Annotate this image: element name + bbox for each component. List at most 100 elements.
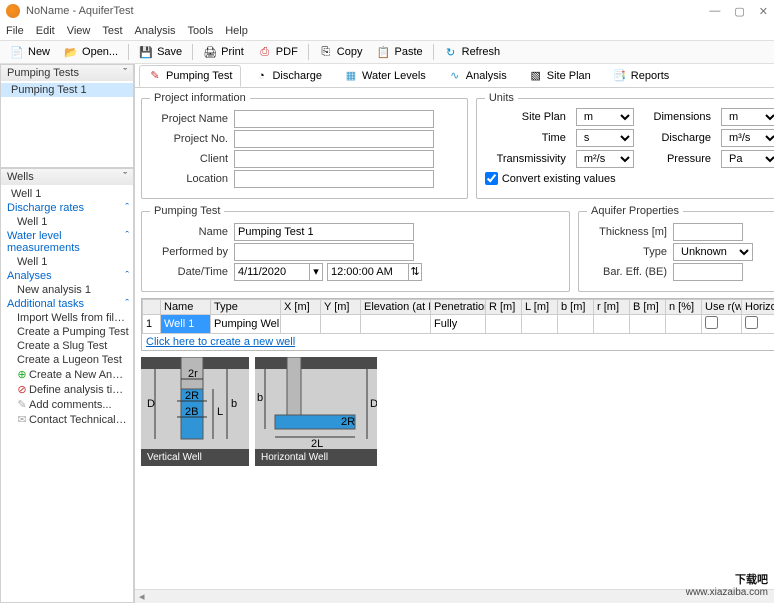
wells-grid[interactable]: Name Type X [m] Y [m] Elevation (at Benc… xyxy=(141,298,774,351)
chart-icon: ∿ xyxy=(448,69,462,83)
save-button[interactable]: 💾Save xyxy=(133,43,188,61)
aquifer-legend: Aquifer Properties xyxy=(587,205,683,217)
watermark: 下载吧 www.xiazaiba.com xyxy=(686,550,768,597)
tab-icon: ✎ xyxy=(148,69,162,83)
panel-pumping-tests: Pumping Testsˇ Pumping Test 1 xyxy=(0,64,134,168)
menu-analysis[interactable]: Analysis xyxy=(135,25,176,37)
date-input[interactable] xyxy=(234,263,310,281)
print-button[interactable]: 🖨Print xyxy=(197,43,250,61)
dimensions-select[interactable]: m xyxy=(721,108,774,126)
tab-reports[interactable]: 📑Reports xyxy=(604,65,679,87)
well-item[interactable]: Well 1 xyxy=(1,187,133,201)
bareff-input[interactable] xyxy=(673,263,743,281)
task-add-comments[interactable]: ✎Add comments... xyxy=(1,397,133,412)
col-use[interactable]: Use r(w) xyxy=(702,300,742,315)
create-well-link[interactable]: Click here to create a new well xyxy=(142,334,774,350)
analyses-header[interactable]: Analysesˆ xyxy=(1,269,133,283)
close-button[interactable]: ✕ xyxy=(759,5,768,18)
pumping-test-item[interactable]: Pumping Test 1 xyxy=(1,83,133,97)
minimize-button[interactable]: — xyxy=(709,5,720,18)
location-input[interactable] xyxy=(234,170,434,188)
performed-input[interactable] xyxy=(234,243,414,261)
col-x[interactable]: X [m] xyxy=(281,300,321,315)
menu-test[interactable]: Test xyxy=(102,25,122,37)
col-idx[interactable] xyxy=(143,300,161,315)
horizontal-checkbox[interactable] xyxy=(745,316,758,329)
copy-icon: ⎘ xyxy=(319,45,333,59)
collapse-icon: ˆ xyxy=(125,202,129,214)
table-row[interactable]: 1 Well 1 Pumping Well Fully xyxy=(143,315,774,334)
task-define-range[interactable]: ⊘Define analysis time range... xyxy=(1,382,133,397)
col-elev[interactable]: Elevation (at Benchmark) xyxy=(361,300,431,315)
col-name[interactable]: Name xyxy=(161,300,211,315)
calendar-icon[interactable]: ▾ xyxy=(309,263,323,281)
use-rw-checkbox[interactable] xyxy=(705,316,718,329)
comment-icon: ✎ xyxy=(17,398,27,411)
project-no-input[interactable] xyxy=(234,130,434,148)
task-import-wells[interactable]: Import Wells from file... xyxy=(1,311,133,325)
pdf-button[interactable]: ⎙PDF xyxy=(252,43,304,61)
tab-analysis[interactable]: ∿Analysis xyxy=(439,65,516,87)
task-create-lugeon[interactable]: Create a Lugeon Test xyxy=(1,353,133,367)
cell-name[interactable]: Well 1 xyxy=(161,315,211,334)
task-create-pumping[interactable]: Create a Pumping Test xyxy=(1,325,133,339)
task-create-analysis[interactable]: ⊕Create a New Analysis xyxy=(1,367,133,382)
col-y[interactable]: Y [m] xyxy=(321,300,361,315)
menu-tools[interactable]: Tools xyxy=(188,25,214,37)
additional-tasks-header[interactable]: Additional tasksˆ xyxy=(1,297,133,311)
discharge-rates-header[interactable]: Discharge ratesˆ xyxy=(1,201,133,215)
tab-water-levels[interactable]: ▦Water Levels xyxy=(335,65,435,87)
transmissivity-select[interactable]: m²/s xyxy=(576,150,634,168)
tab-pumping-test[interactable]: ✎Pumping Test xyxy=(139,65,241,87)
task-create-slug[interactable]: Create a Slug Test xyxy=(1,339,133,353)
convert-checkbox-label[interactable]: Convert existing values xyxy=(485,172,774,185)
analysis-item[interactable]: New analysis 1 xyxy=(1,283,133,297)
main-area: Pumping Testsˇ Pumping Test 1 Wellsˇ Wel… xyxy=(0,64,774,603)
type-select[interactable]: Unknown xyxy=(673,243,753,261)
water-level-header[interactable]: Water level measurementsˆ xyxy=(1,229,133,255)
col-R[interactable]: R [m] xyxy=(486,300,522,315)
convert-checkbox[interactable] xyxy=(485,172,498,185)
open-button[interactable]: 📂Open... xyxy=(58,43,124,61)
new-button[interactable]: 📄New xyxy=(4,43,56,61)
tab-discharge[interactable]: ◔Discharge xyxy=(245,65,331,87)
copy-button[interactable]: ⎘Copy xyxy=(313,43,369,61)
thickness-input[interactable] xyxy=(673,223,743,241)
client-input[interactable] xyxy=(234,150,434,168)
col-pen[interactable]: Penetration xyxy=(431,300,486,315)
horizontal-scrollbar[interactable]: ◂ xyxy=(135,589,774,603)
col-B[interactable]: B [m] xyxy=(630,300,666,315)
col-r[interactable]: r [m] xyxy=(594,300,630,315)
time-input[interactable] xyxy=(327,263,409,281)
col-horiz[interactable]: Horizontal xyxy=(742,300,774,315)
col-type[interactable]: Type xyxy=(211,300,281,315)
pressure-select[interactable]: Pa xyxy=(721,150,774,168)
col-b[interactable]: b [m] xyxy=(558,300,594,315)
water-level-item[interactable]: Well 1 xyxy=(1,255,133,269)
panel-header[interactable]: Wellsˇ xyxy=(1,169,133,185)
col-n[interactable]: n [%] xyxy=(666,300,702,315)
project-name-input[interactable] xyxy=(234,110,434,128)
scroll-area[interactable]: Project information Project Name Project… xyxy=(135,88,774,589)
test-name-input[interactable] xyxy=(234,223,414,241)
menu-help[interactable]: Help xyxy=(225,25,248,37)
menu-edit[interactable]: Edit xyxy=(36,25,55,37)
siteplan-select[interactable]: m xyxy=(576,108,634,126)
collapse-icon: ˆ xyxy=(125,298,129,310)
label-pressure: Pressure xyxy=(642,153,713,165)
tab-site-plan[interactable]: ▧Site Plan xyxy=(520,65,600,87)
panel-header[interactable]: Pumping Testsˇ xyxy=(1,65,133,81)
discharge-select[interactable]: m³/s xyxy=(721,129,774,147)
discharge-item[interactable]: Well 1 xyxy=(1,215,133,229)
spinner-icon[interactable]: ⇅ xyxy=(408,263,422,281)
col-L[interactable]: L [m] xyxy=(522,300,558,315)
svg-text:2r: 2r xyxy=(188,368,198,380)
maximize-button[interactable]: ▢ xyxy=(734,5,744,18)
paste-button[interactable]: 📋Paste xyxy=(370,43,428,61)
task-contact-support[interactable]: ✉Contact Technical Support... xyxy=(1,412,133,427)
refresh-button[interactable]: ↻Refresh xyxy=(438,43,507,61)
menu-view[interactable]: View xyxy=(67,25,91,37)
menu-file[interactable]: File xyxy=(6,25,24,37)
time-select[interactable]: s xyxy=(576,129,634,147)
plus-icon: ⊕ xyxy=(17,368,27,381)
